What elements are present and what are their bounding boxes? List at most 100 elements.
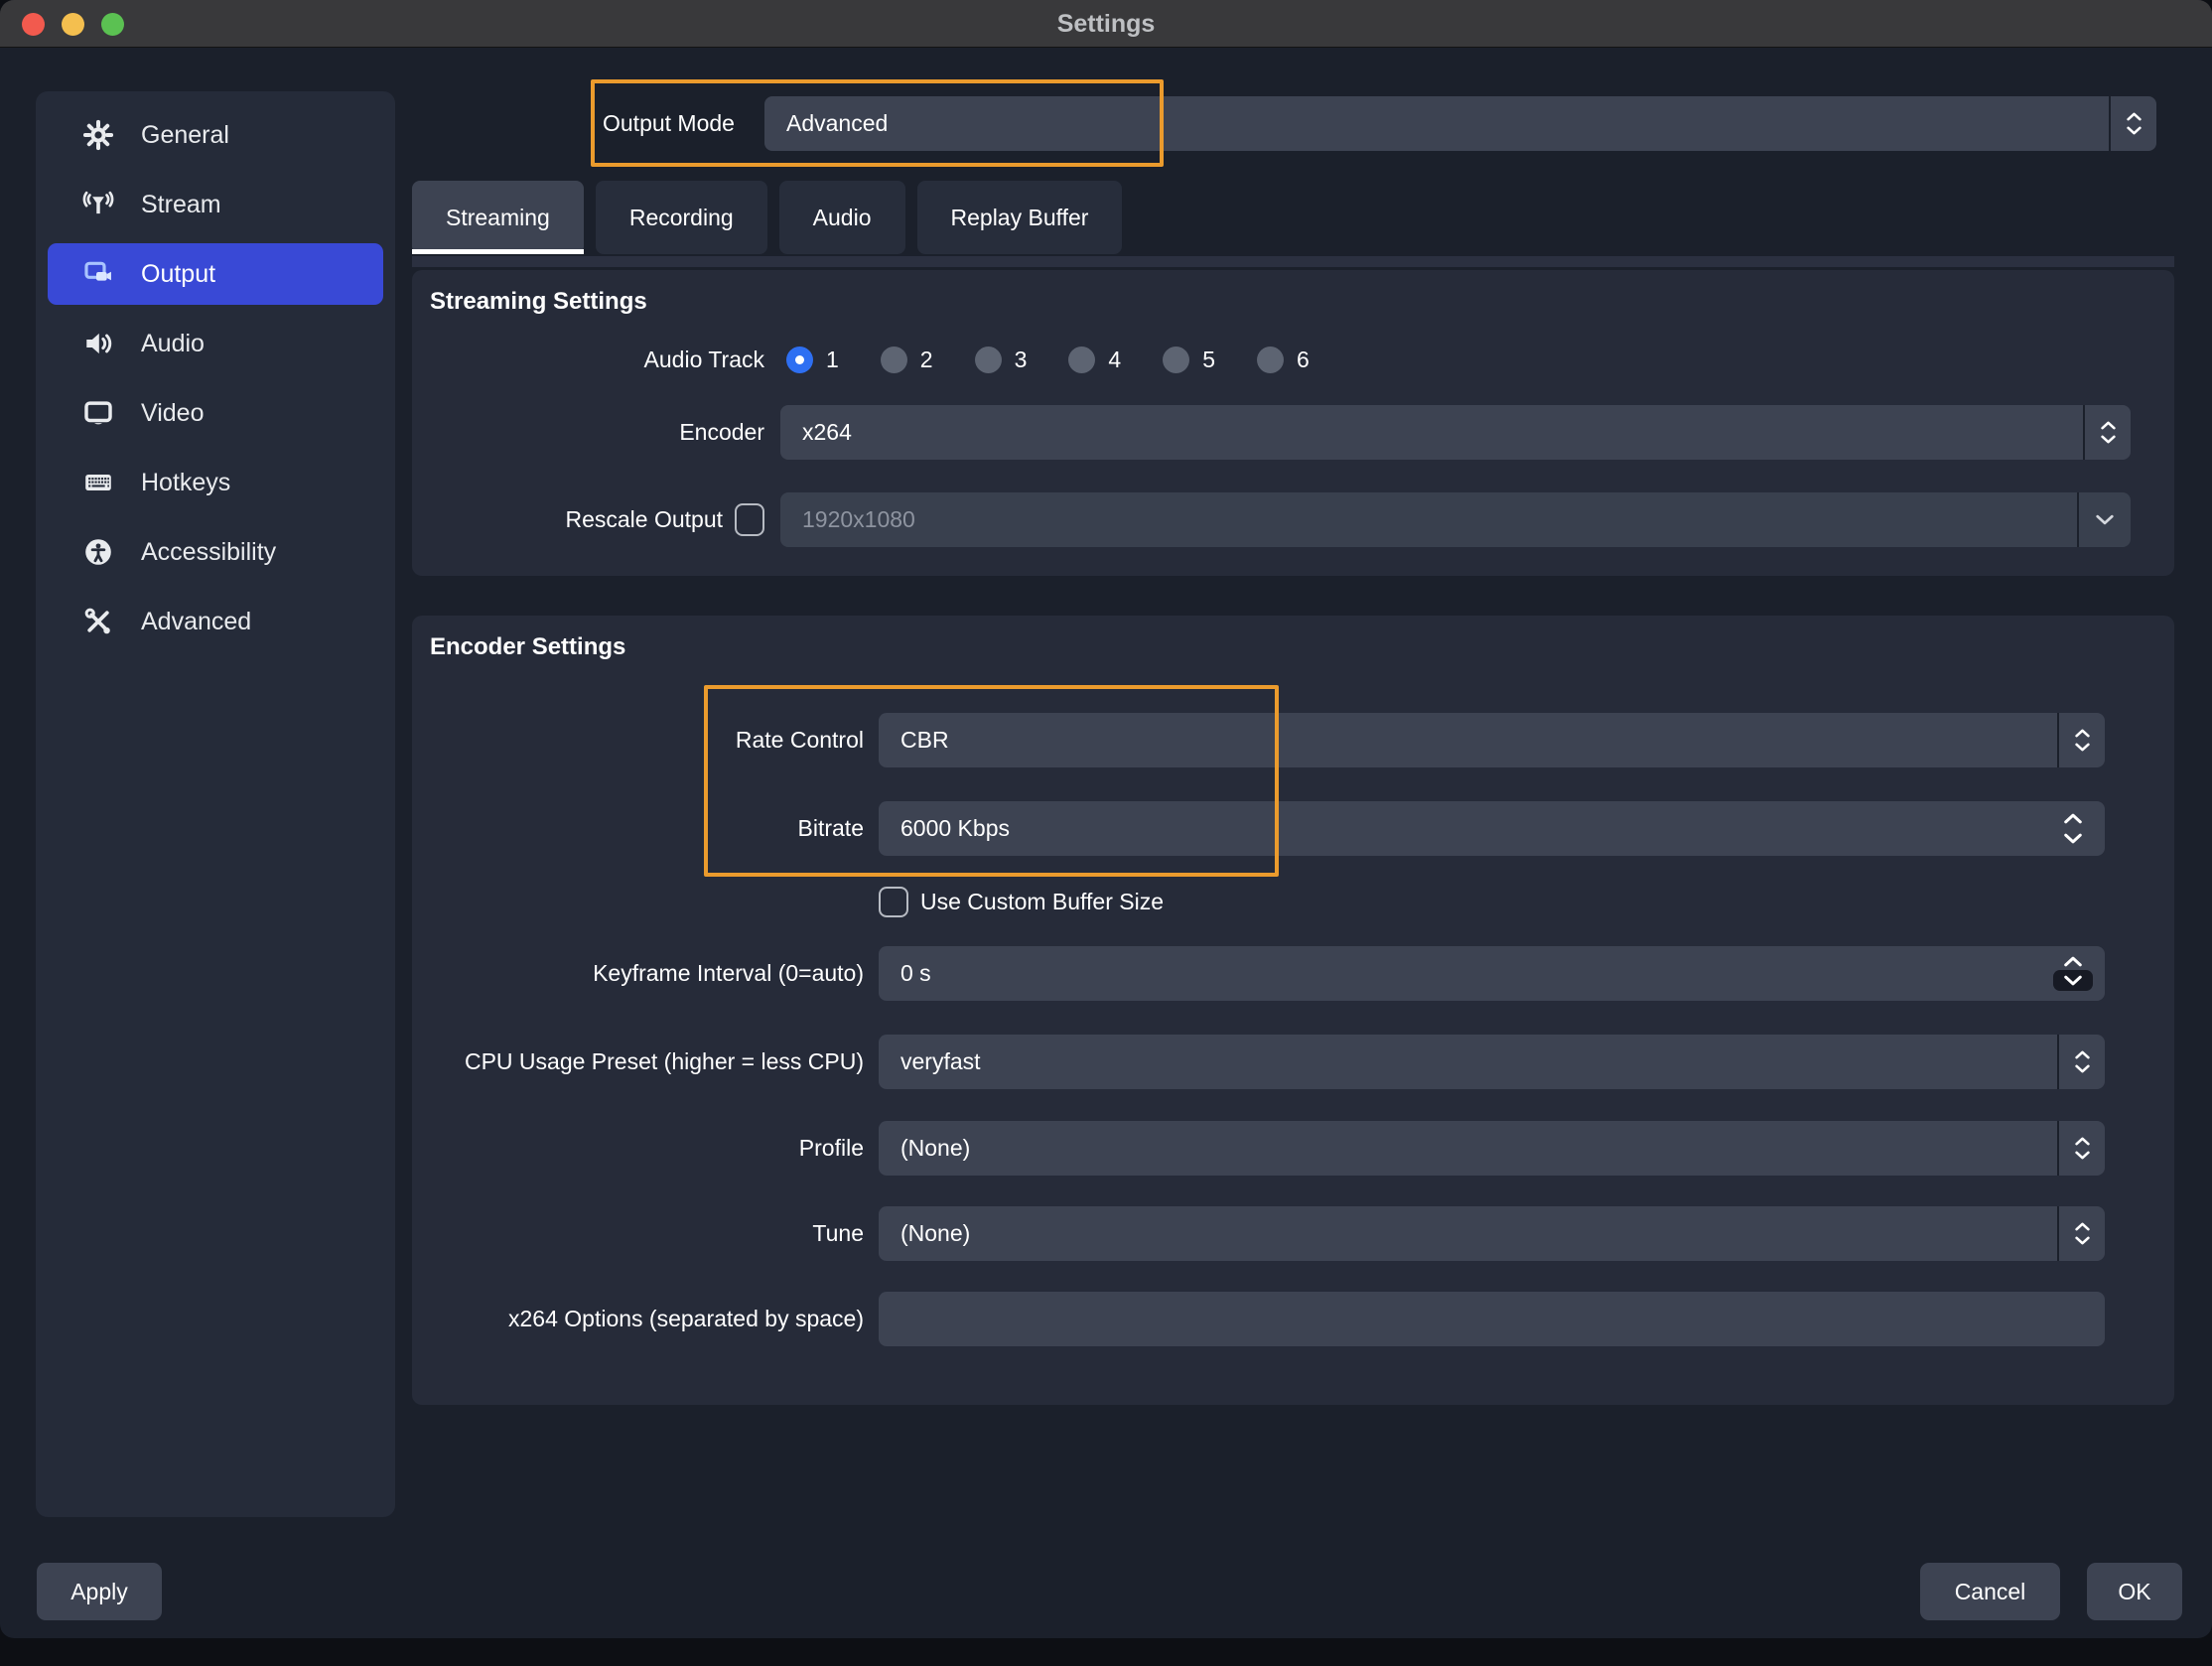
audio-track-option-2[interactable]: 2 <box>881 347 933 373</box>
dropdown-stepper-icon[interactable] <box>2057 1121 2105 1176</box>
dropdown-stepper-icon[interactable] <box>2109 96 2156 151</box>
apply-button[interactable]: Apply <box>37 1563 162 1620</box>
rate-control-row: Rate Control CBR <box>430 712 2105 767</box>
bitrate-row: Bitrate 6000 Kbps <box>430 800 2105 856</box>
tab-recording[interactable]: Recording <box>596 181 767 254</box>
cpu-preset-select[interactable]: veryfast <box>879 1035 2105 1089</box>
sidebar-item-output[interactable]: Output <box>48 243 383 305</box>
display-camera-icon <box>81 257 115 291</box>
tab-label: Streaming <box>446 205 550 231</box>
output-mode-select[interactable]: Advanced <box>764 96 2156 151</box>
encoder-row: Encoder x264 <box>430 404 2131 460</box>
sidebar-item-advanced[interactable]: Advanced <box>36 587 395 656</box>
sidebar-item-label: Audio <box>141 330 205 358</box>
rescale-output-label: Rescale Output <box>565 506 723 533</box>
tune-label: Tune <box>430 1220 864 1247</box>
sidebar-item-label: Output <box>141 260 215 289</box>
tab-label: Audio <box>813 205 872 231</box>
sidebar-item-label: Accessibility <box>141 538 276 567</box>
audio-track-row: Audio Track 1 2 3 4 5 6 <box>430 332 2131 387</box>
spinbox-arrows <box>2041 801 2105 856</box>
tab-streaming[interactable]: Streaming <box>412 181 584 254</box>
keyboard-icon <box>81 466 115 499</box>
rescale-output-checkbox[interactable] <box>735 503 764 536</box>
sidebar-item-label: Video <box>141 399 205 428</box>
sidebar-item-audio[interactable]: Audio <box>36 309 395 378</box>
bitrate-spinbox[interactable]: 6000 Kbps <box>879 801 2105 856</box>
spinbox-arrows <box>2041 946 2105 1001</box>
sidebar-item-label: Advanced <box>141 608 251 636</box>
gear-icon <box>81 118 115 152</box>
bitrate-value: 6000 Kbps <box>879 815 2041 842</box>
rate-control-label: Rate Control <box>430 727 864 754</box>
ok-button[interactable]: OK <box>2087 1563 2182 1620</box>
speaker-icon <box>81 327 115 360</box>
keyframe-interval-value: 0 s <box>879 960 2041 987</box>
streaming-settings-group: Streaming Settings Audio Track 1 2 3 4 5… <box>412 270 2174 576</box>
dropdown-stepper-icon[interactable] <box>2057 1206 2105 1261</box>
x264-options-row: x264 Options (separated by space) <box>430 1291 2105 1346</box>
audio-track-option-1[interactable]: 1 <box>786 347 839 373</box>
keyframe-interval-row: Keyframe Interval (0=auto) 0 s <box>430 945 2105 1001</box>
group-title: Streaming Settings <box>430 288 647 316</box>
cpu-preset-value: veryfast <box>879 1048 2057 1075</box>
radio-icon[interactable] <box>1068 347 1095 373</box>
keyframe-interval-label: Keyframe Interval (0=auto) <box>430 960 864 987</box>
tab-label: Replay Buffer <box>951 205 1089 231</box>
accessibility-icon <box>81 535 115 569</box>
sidebar-item-general[interactable]: General <box>36 100 395 170</box>
sidebar-item-label: Hotkeys <box>141 469 230 497</box>
sidebar-item-video[interactable]: Video <box>36 378 395 448</box>
cpu-preset-row: CPU Usage Preset (higher = less CPU) ver… <box>430 1034 2105 1089</box>
spin-down-icon[interactable] <box>2064 833 2082 844</box>
sidebar-item-accessibility[interactable]: Accessibility <box>36 517 395 587</box>
audio-track-option-4[interactable]: 4 <box>1068 347 1121 373</box>
use-custom-buffer-checkbox[interactable] <box>879 887 908 917</box>
tune-value: (None) <box>879 1220 2057 1247</box>
tune-select[interactable]: (None) <box>879 1206 2105 1261</box>
tab-audio[interactable]: Audio <box>779 181 905 254</box>
keyframe-interval-spinbox[interactable]: 0 s <box>879 946 2105 1001</box>
profile-select[interactable]: (None) <box>879 1121 2105 1176</box>
tab-label: Recording <box>629 205 734 231</box>
tab-replay-buffer[interactable]: Replay Buffer <box>917 181 1123 254</box>
spin-up-icon[interactable] <box>2064 956 2082 967</box>
x264-options-label: x264 Options (separated by space) <box>430 1306 864 1332</box>
sidebar-item-stream[interactable]: Stream <box>36 170 395 239</box>
titlebar: Settings <box>0 0 2212 48</box>
rate-control-select[interactable]: CBR <box>879 713 2105 767</box>
settings-window: Settings General <box>0 0 2212 1638</box>
spin-down-pressed-icon[interactable] <box>2053 970 2093 991</box>
sidebar-item-hotkeys[interactable]: Hotkeys <box>36 448 395 517</box>
radio-label: 4 <box>1108 347 1121 373</box>
antenna-icon <box>81 188 115 221</box>
rescale-resolution-select[interactable]: 1920x1080 <box>780 492 2131 547</box>
encoder-label: Encoder <box>430 419 764 446</box>
audio-track-option-6[interactable]: 6 <box>1257 347 1310 373</box>
radio-icon[interactable] <box>1163 347 1189 373</box>
radio-label: 6 <box>1297 347 1310 373</box>
radio-icon[interactable] <box>1257 347 1284 373</box>
rescale-resolution-value: 1920x1080 <box>780 506 2077 533</box>
encoder-select[interactable]: x264 <box>780 405 2131 460</box>
monitor-icon <box>81 396 115 430</box>
audio-track-option-5[interactable]: 5 <box>1163 347 1215 373</box>
audio-track-radios: 1 2 3 4 5 6 <box>786 347 1310 373</box>
radio-icon[interactable] <box>881 347 907 373</box>
x264-options-input[interactable] <box>879 1292 2105 1346</box>
dropdown-stepper-icon[interactable] <box>2083 405 2131 460</box>
dropdown-stepper-icon[interactable] <box>2057 1035 2105 1089</box>
radio-selected-icon[interactable] <box>786 347 813 373</box>
window-title: Settings <box>0 0 2212 48</box>
profile-label: Profile <box>430 1135 864 1162</box>
radio-icon[interactable] <box>975 347 1002 373</box>
tabstrip-divider <box>412 256 2174 267</box>
radio-label: 1 <box>826 347 839 373</box>
encoder-settings-group: Encoder Settings Rate Control CBR Bitrat… <box>412 616 2174 1405</box>
rate-control-value: CBR <box>879 727 2057 754</box>
chevron-down-icon[interactable] <box>2077 492 2131 547</box>
cancel-button[interactable]: Cancel <box>1920 1563 2060 1620</box>
dropdown-stepper-icon[interactable] <box>2057 713 2105 767</box>
spin-up-icon[interactable] <box>2064 813 2082 824</box>
audio-track-option-3[interactable]: 3 <box>975 347 1028 373</box>
